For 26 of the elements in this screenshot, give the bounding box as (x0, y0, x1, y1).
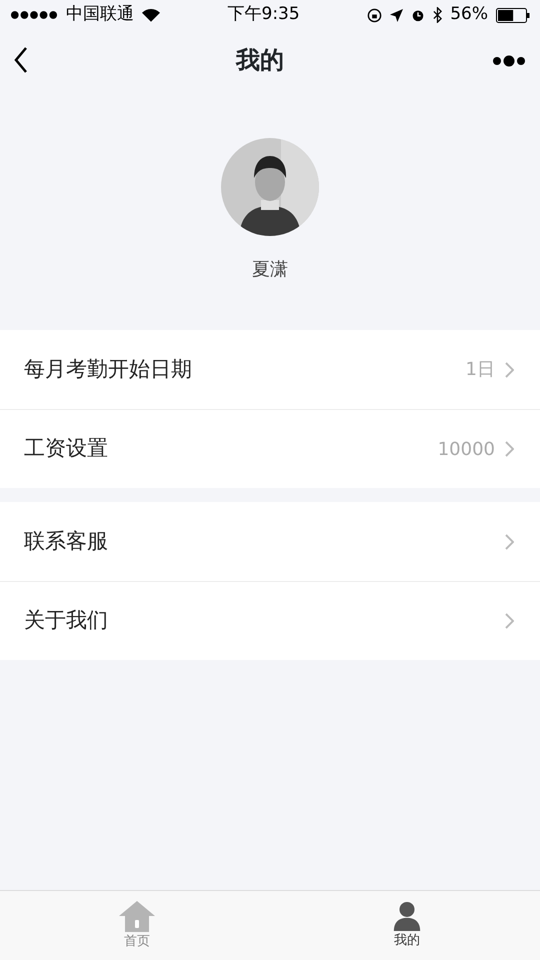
menu-item[interactable]: 每月考勤开始日期 1日 (0, 330, 540, 409)
chevron-icon (505, 441, 514, 457)
status-time: 下午9:35 (226, 3, 301, 26)
more-icon (492, 54, 526, 67)
bluetooth-icon (433, 7, 442, 23)
item-value: 1日 (466, 358, 495, 382)
person-icon (392, 900, 422, 931)
back-button[interactable] (14, 47, 28, 73)
back-icon (14, 47, 28, 73)
home-icon (118, 900, 156, 932)
menu-item[interactable]: 工资设置 10000 (0, 409, 540, 488)
location-icon (390, 8, 404, 22)
chevron-icon (505, 362, 514, 378)
battery-percent: 56% (450, 3, 488, 26)
menu-item[interactable]: 联系客服 (0, 502, 540, 581)
signal-icon (10, 10, 58, 20)
page-title: 我的 (236, 45, 284, 76)
user-name: 夏潇 (252, 258, 288, 282)
tab-item[interactable]: 我的 (274, 900, 540, 950)
chevron-icon (505, 613, 514, 629)
wifi-icon (142, 8, 160, 22)
menu-item[interactable]: 关于我们 (0, 581, 540, 660)
item-value: 10000 (438, 438, 495, 462)
carrier-name: 中国联通 (66, 3, 134, 26)
battery-icon (496, 8, 530, 22)
chevron-icon (505, 534, 514, 550)
